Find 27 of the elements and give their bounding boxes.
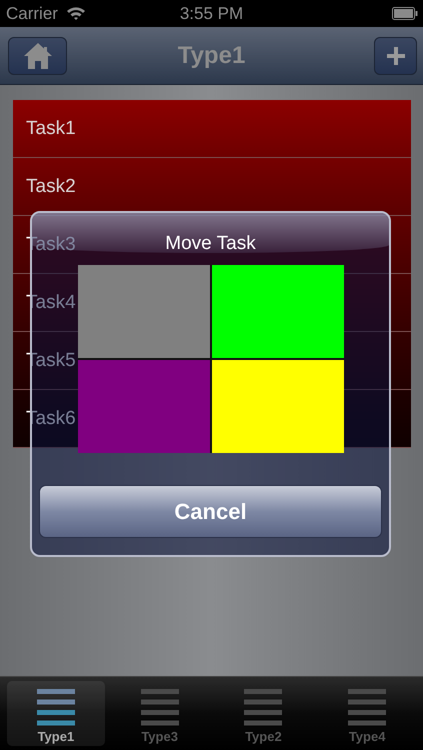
list-icon [140, 689, 179, 727]
dialog-title: Move Task [165, 233, 256, 255]
task-row[interactable]: Task2 [13, 158, 411, 216]
task-label: Task1 [26, 118, 76, 140]
tab[interactable]: Type1 [6, 681, 105, 746]
color-swatch[interactable] [78, 265, 210, 358]
carrier-label: Carrier [6, 4, 58, 24]
color-swatch[interactable] [78, 360, 210, 453]
tab[interactable]: Type3 [110, 681, 209, 746]
nav-title: Type1 [178, 42, 246, 70]
task-label: Task2 [26, 176, 76, 198]
list-icon [244, 689, 282, 727]
wifi-icon [66, 6, 86, 21]
home-button[interactable] [8, 36, 67, 74]
home-icon [22, 42, 52, 70]
plus-icon [386, 46, 404, 64]
tab[interactable]: Type4 [318, 681, 416, 746]
color-swatch[interactable] [212, 360, 344, 453]
add-button[interactable] [374, 36, 417, 74]
color-swatch[interactable] [212, 265, 344, 358]
battery-icon [392, 7, 418, 20]
status-time: 3:55 PM [180, 4, 244, 24]
list-icon [348, 689, 386, 727]
cancel-button[interactable]: Cancel [39, 485, 382, 538]
task-row[interactable]: Task1 [13, 100, 411, 158]
list-icon [36, 689, 75, 727]
tab[interactable]: Type2 [214, 681, 312, 746]
